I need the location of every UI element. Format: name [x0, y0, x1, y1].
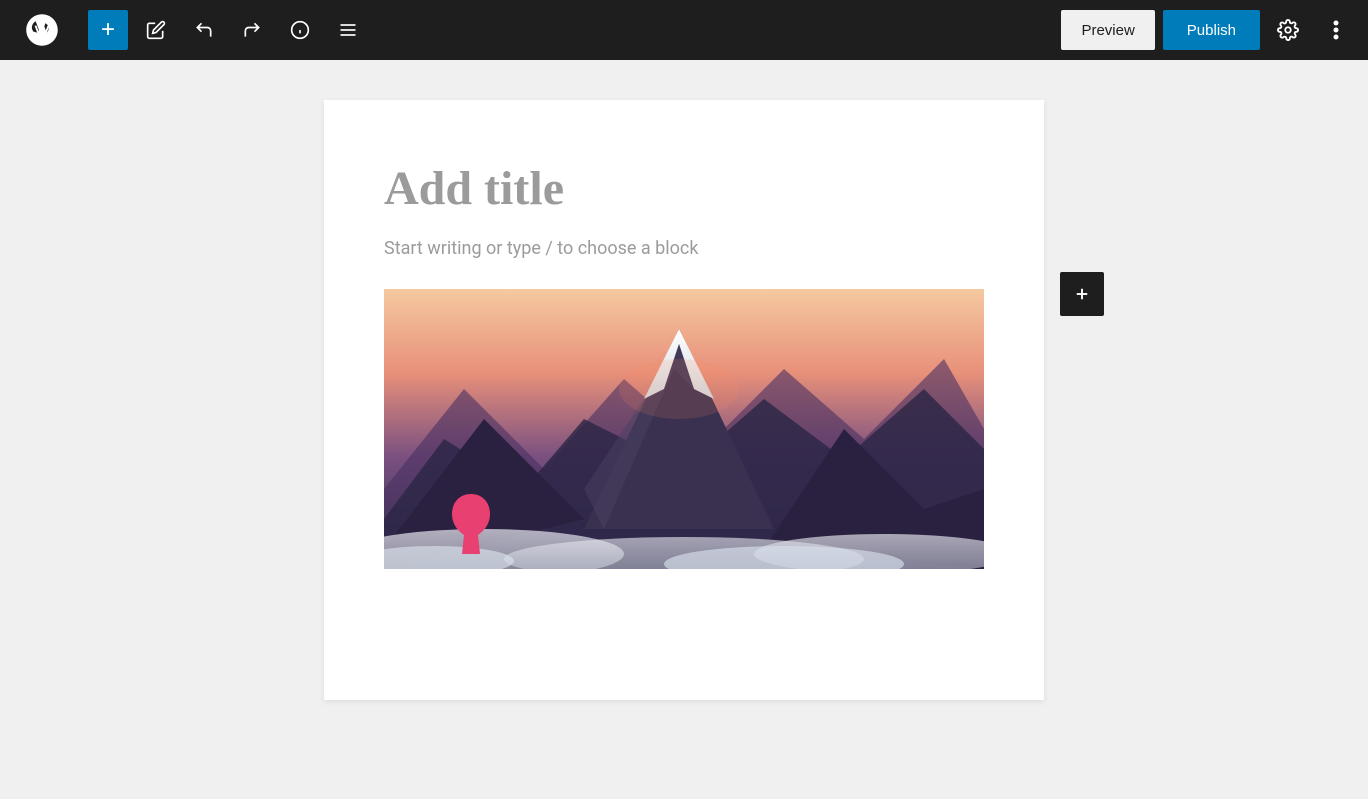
- pink-silhouette: [444, 489, 499, 559]
- add-block-button[interactable]: +: [88, 10, 128, 50]
- editor-content: Add title Start writing or type / to cho…: [324, 100, 1044, 700]
- editor-image-block: [384, 289, 984, 569]
- inline-block-inserter-button[interactable]: [1060, 272, 1104, 316]
- main-toolbar: + Preview Publish: [0, 0, 1368, 60]
- list-view-button[interactable]: [328, 10, 368, 50]
- preview-button[interactable]: Preview: [1061, 10, 1154, 50]
- edit-button[interactable]: [136, 10, 176, 50]
- settings-button[interactable]: [1268, 10, 1308, 50]
- editor-hint: Start writing or type / to choose a bloc…: [384, 238, 984, 259]
- info-button[interactable]: [280, 10, 320, 50]
- wp-logo: [12, 0, 72, 60]
- editor-area: Add title Start writing or type / to cho…: [0, 60, 1368, 799]
- more-options-button[interactable]: [1316, 10, 1356, 50]
- undo-button[interactable]: [184, 10, 224, 50]
- publish-button[interactable]: Publish: [1163, 10, 1260, 50]
- post-title[interactable]: Add title: [384, 160, 984, 218]
- redo-button[interactable]: [232, 10, 272, 50]
